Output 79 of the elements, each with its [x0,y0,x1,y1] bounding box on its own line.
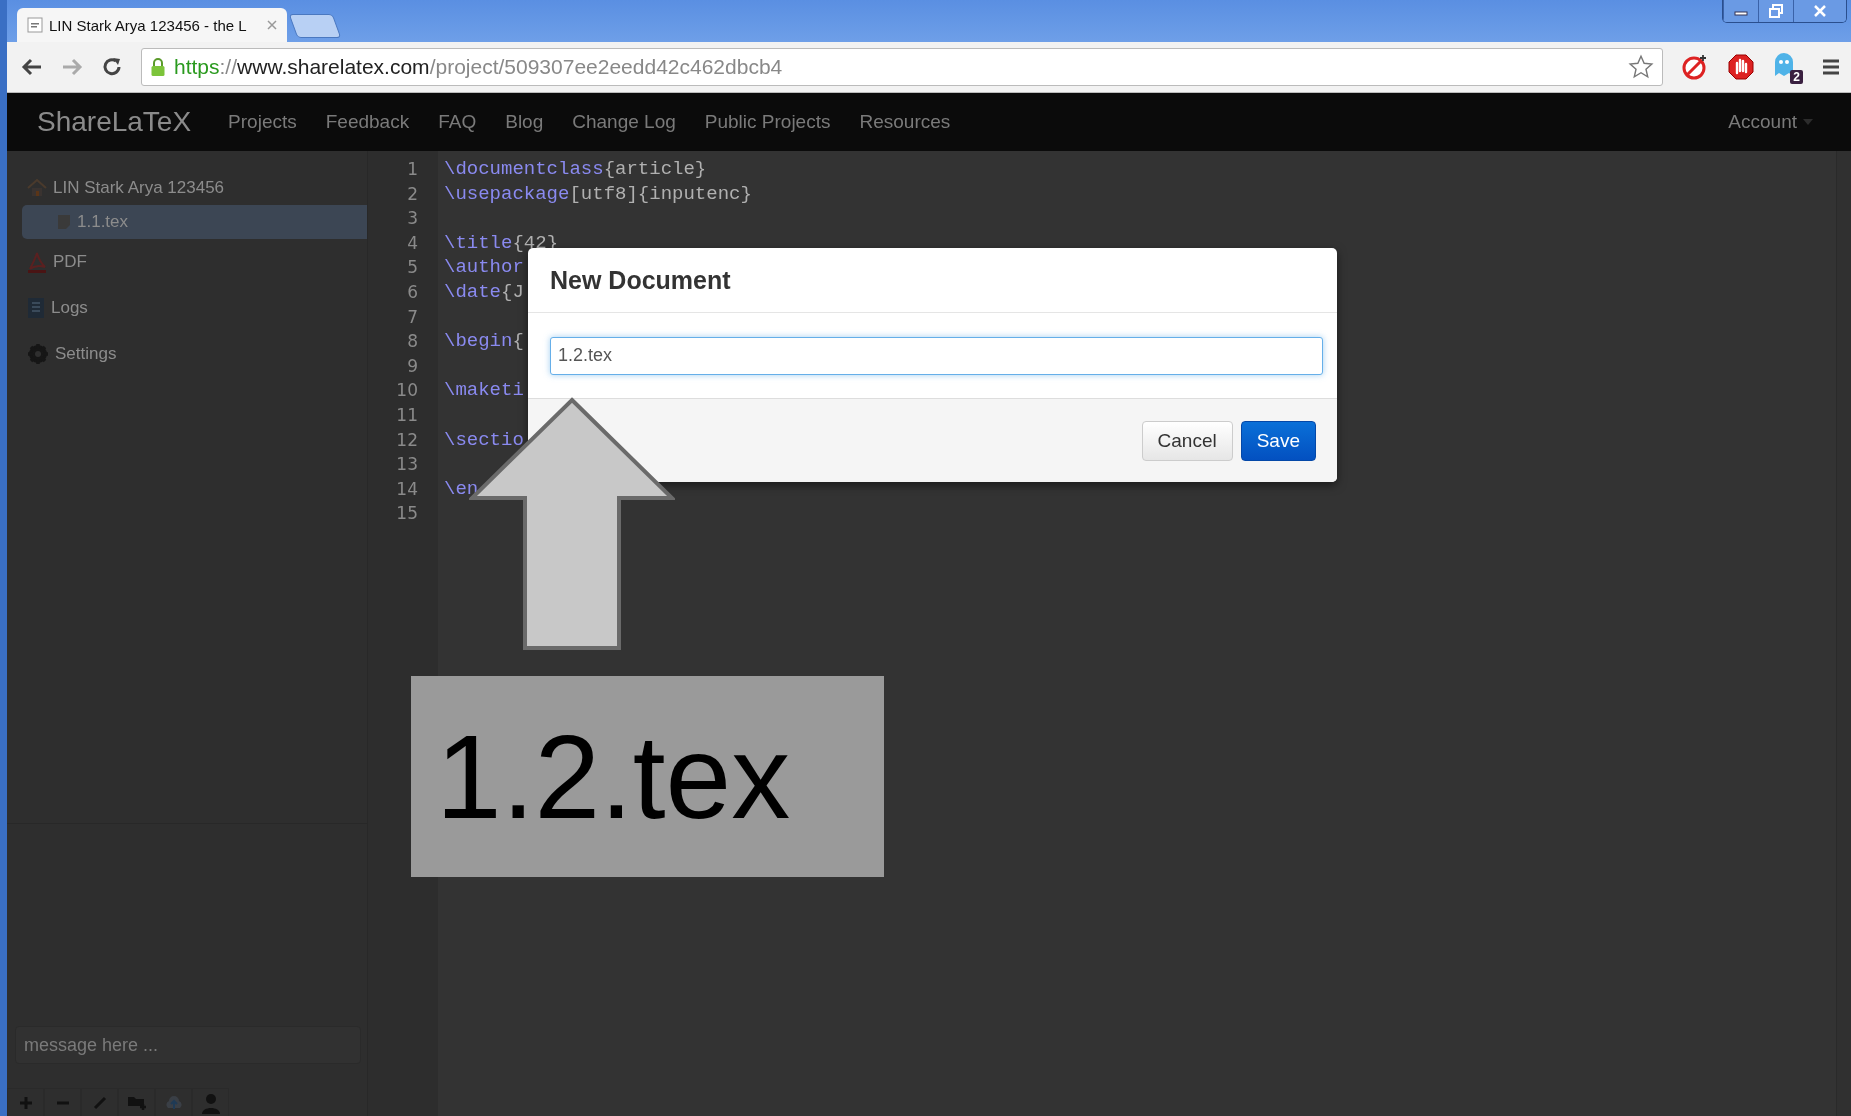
person-icon [200,1091,221,1114]
line-number: 6 [406,280,419,304]
log-document-icon [27,297,45,319]
save-button[interactable]: Save [1240,420,1316,461]
tex-document-icon [27,17,43,33]
settings-icon [27,343,49,365]
brand-logo[interactable]: ShareLaTeX [37,106,192,138]
restore-icon [1769,4,1783,18]
nav-link[interactable]: Feedback [325,111,410,133]
line-number: 13 [395,453,419,477]
restore-button[interactable] [1758,0,1793,22]
file-icon [57,214,71,230]
extension-badge: 2 [1790,70,1803,84]
sidebar-label: PDF [53,252,87,272]
nav-link[interactable]: Blog [505,111,544,133]
line-number: 2 [406,182,419,206]
cancel-button[interactable]: Cancel [1141,420,1233,461]
cloud-upload-icon [163,1094,184,1111]
code-line: \en [444,477,479,500]
stop-hand-icon[interactable] [1727,53,1755,81]
document-name-field[interactable]: 1.2.tex [550,336,1323,375]
reload-icon[interactable] [101,56,123,78]
close-icon[interactable] [267,20,277,30]
callout-label: 1.2.tex [411,676,884,877]
file-name: 1.1.tex [77,212,129,232]
nav-link[interactable]: Public Projects [704,111,831,133]
star-icon[interactable] [1628,54,1654,80]
code-line: \date{J [444,280,524,303]
line-number: 5 [406,256,419,280]
code-line: \author [444,256,524,279]
line-number: 1 [406,158,419,181]
nav-link[interactable]: Change Log [572,111,676,133]
ghost-icon[interactable] [1773,52,1795,78]
close-icon [1813,5,1827,17]
project-item[interactable]: LIN Stark Arya 123456 [7,171,367,205]
code-line: \maketi [444,379,524,402]
line-number: 7 [406,305,419,329]
folder-plus-icon [126,1094,147,1111]
nav-link[interactable]: FAQ [438,111,477,133]
sidebar-item[interactable]: PDF [7,239,367,285]
line-number: 4 [406,231,419,255]
close-button[interactable] [1793,0,1846,22]
pencil-icon [92,1095,107,1110]
browser-tab[interactable]: LIN Stark Arya 123456 - the L [17,8,287,42]
code-line: \sectio [444,428,524,451]
project-name: LIN Stark Arya 123456 [53,178,225,198]
sidebar-label: Logs [51,298,88,318]
line-number: 3 [406,207,419,231]
code-line: \begin{ [444,330,524,353]
forward-icon[interactable] [61,58,83,76]
code-line: \usepackage[utf8]{inputenc} [444,182,752,205]
new-tab-button[interactable] [288,14,342,38]
nav-link[interactable]: Resources [859,111,951,133]
home-icon [27,179,47,197]
message-field[interactable]: message here ... [15,1026,361,1064]
back-icon[interactable] [21,58,43,76]
pdf-icon [27,251,47,273]
account-menu[interactable]: Account [1728,111,1813,133]
lock-icon [150,57,166,77]
line-number: 14 [395,477,419,501]
nav-link[interactable]: Projects [228,111,297,133]
address-bar[interactable]: https://www.sharelatex.com/project/509307ee2eedd42c462dbcb4 [141,48,1663,86]
line-number: 9 [406,354,419,378]
sidebar-item[interactable]: Logs [7,285,367,331]
line-number: 12 [395,428,419,452]
code-line: \documentclass{article} [444,158,707,180]
line-number: 10 [395,379,419,403]
sidebar-label: Settings [55,344,117,364]
line-number: 8 [406,330,419,354]
file-item[interactable]: 1.1.tex [22,205,367,239]
sidebar-item[interactable]: Settings [7,331,367,377]
menu-icon[interactable] [1821,57,1841,77]
line-number: 15 [395,502,419,526]
caret-icon [1803,119,1813,125]
tab-title: LIN Stark Arya 123456 - the L [49,16,248,34]
plus-icon [18,1095,33,1110]
ad-block-icon[interactable] [1681,53,1709,81]
dialog-title: New Document [550,265,731,295]
line-number: 11 [395,403,419,427]
